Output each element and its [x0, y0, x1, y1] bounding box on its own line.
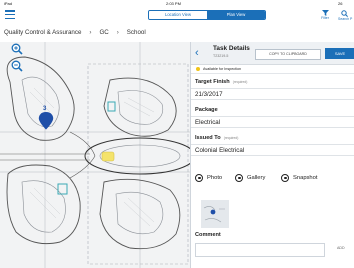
gallery-icon [235, 174, 243, 182]
pin-label: 3 [43, 106, 47, 112]
breadcrumb-item[interactable]: Quality Control & Assurance [4, 29, 81, 39]
location-pin[interactable] [38, 112, 54, 130]
top-bar: Location View Plan View Filter Search P [0, 8, 354, 25]
carrier-label: iPad [4, 1, 13, 6]
search-icon [341, 10, 348, 17]
teal-marker[interactable] [57, 183, 68, 195]
floor-plan-view[interactable]: 3 [0, 42, 190, 268]
battery-label: 26 [338, 1, 343, 6]
task-details-panel: ‹ Task Details T23219-5 COPY TO CLIPBOAR… [190, 42, 354, 268]
snapshot-icon [281, 174, 289, 182]
plan-snapshot-image [201, 200, 229, 228]
breadcrumb-item[interactable]: GC [99, 29, 108, 39]
zoom-in-button[interactable] [11, 42, 23, 60]
add-comment-button[interactable]: ADD [337, 246, 345, 250]
zoom-in-icon [11, 43, 23, 55]
status-dot-icon [196, 66, 200, 71]
filter-label: Filter [321, 16, 329, 20]
gallery-button[interactable]: Gallery [235, 174, 265, 182]
save-button[interactable]: SAVE [325, 48, 354, 59]
issued-to-field[interactable]: Colonial Electrical [191, 144, 354, 156]
status-bar: iPad 2:03 PM 26 [0, 0, 354, 8]
chevron-right-icon: › [89, 29, 92, 36]
zoom-out-button[interactable] [11, 59, 23, 77]
floor-plan-drawing[interactable]: 3 [0, 42, 190, 268]
chevron-left-icon: ‹ [195, 47, 199, 59]
clock: 2:03 PM [166, 1, 181, 6]
search-label: Search P [338, 17, 353, 21]
panel-header: ‹ Task Details T23219-5 COPY TO CLIPBOAR… [191, 42, 354, 65]
task-id: T23219-5 [213, 54, 229, 58]
view-toggle: Location View Plan View [148, 10, 266, 20]
breadcrumb: Quality Control & Assurance › GC › Schoo… [4, 29, 146, 39]
camera-icon [195, 174, 203, 182]
target-finish-field[interactable]: 21/3/2017 [191, 88, 354, 100]
status-label: Available for Inspection [203, 67, 242, 71]
task-title: Task Details [213, 45, 250, 52]
photo-button[interactable]: Photo [195, 174, 222, 182]
breadcrumb-item[interactable]: School [127, 29, 146, 39]
package-label: Package [195, 107, 218, 113]
status-row[interactable]: Available for Inspection [191, 65, 354, 74]
zoom-out-icon [11, 60, 23, 72]
snapshot-button[interactable]: Snapshot [281, 174, 318, 182]
comment-input[interactable] [195, 243, 325, 257]
filter-button[interactable]: Filter [318, 10, 332, 24]
copy-to-clipboard-button[interactable]: COPY TO CLIPBOARD [255, 49, 321, 60]
comment-label: Comment [195, 232, 221, 238]
menu-icon[interactable] [5, 10, 15, 20]
search-plan-button[interactable]: Search P [338, 10, 354, 24]
highlighted-area[interactable] [101, 151, 115, 162]
issued-to-label: Issued To (required) [195, 135, 239, 141]
tab-plan-view[interactable]: Plan View [207, 11, 265, 19]
teal-marker[interactable] [107, 101, 116, 112]
back-button[interactable]: ‹ [195, 47, 205, 59]
snapshot-thumbnail[interactable] [201, 200, 229, 228]
chevron-right-icon: › [116, 29, 119, 36]
tab-location-view[interactable]: Location View [149, 11, 207, 19]
package-field[interactable]: Electrical [191, 116, 354, 128]
target-finish-label: Target Finish (required) [195, 79, 248, 85]
